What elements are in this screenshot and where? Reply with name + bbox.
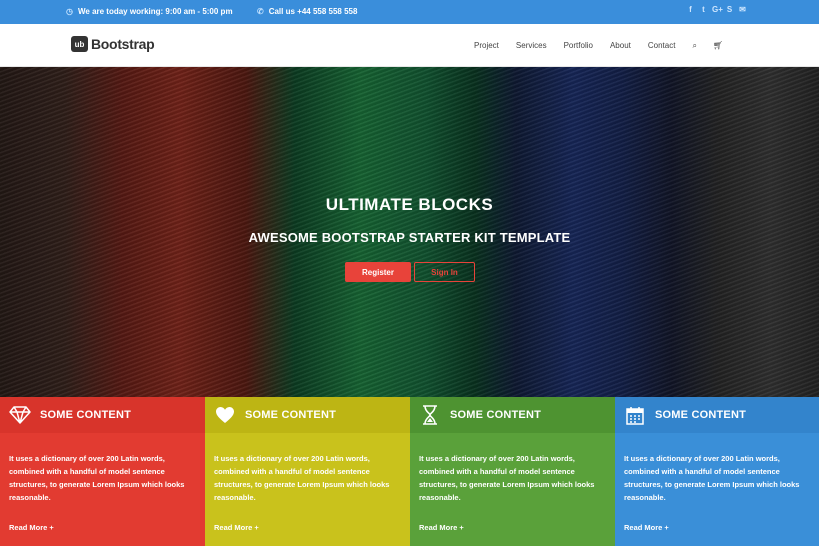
navbar: ub Bootstrap Project Services Portfolio … — [0, 24, 819, 67]
read-more-link[interactable]: Read More + — [9, 523, 54, 532]
mail-icon[interactable]: ✉ — [738, 5, 747, 14]
feature-title: SOME CONTENT — [450, 409, 542, 421]
hero-subtitle: AWESOME BOOTSTRAP STARTER KIT TEMPLATE — [248, 230, 571, 245]
sign-in-button[interactable]: Sign In — [414, 262, 475, 282]
feature-text: It uses a dictionary of over 200 Latin w… — [9, 454, 185, 502]
register-button[interactable]: Register — [345, 262, 411, 282]
logo[interactable]: ub Bootstrap — [71, 36, 155, 52]
working-hours: ◷ We are today working: 9:00 am - 5:00 p… — [66, 7, 233, 16]
feature-header: SOME CONTENT — [615, 397, 819, 433]
feature-block: SOME CONTENT It uses a dictionary of ove… — [205, 397, 410, 546]
read-more-link[interactable]: Read More + — [624, 523, 669, 532]
nav-item-about[interactable]: About — [610, 41, 631, 51]
top-bar: ◷ We are today working: 9:00 am - 5:00 p… — [0, 0, 819, 24]
diamond-icon — [9, 404, 31, 426]
working-hours-text: We are today working: 9:00 am - 5:00 pm — [77, 7, 233, 16]
feature-text: It uses a dictionary of over 200 Latin w… — [214, 454, 390, 502]
cart-icon[interactable]: 🛒︎ — [713, 41, 723, 51]
nav-item-contact[interactable]: Contact — [648, 41, 676, 51]
phone-info: ✆ Call us +44 558 558 558 — [257, 7, 357, 16]
feature-header: SOME CONTENT — [410, 397, 615, 433]
read-more-link[interactable]: Read More + — [419, 523, 464, 532]
feature-block: SOME CONTENT It uses a dictionary of ove… — [0, 397, 205, 546]
feature-text: It uses a dictionary of over 200 Latin w… — [624, 454, 800, 502]
skype-icon[interactable]: S — [725, 5, 734, 14]
facebook-icon[interactable]: f — [686, 5, 695, 14]
feature-header: SOME CONTENT — [0, 397, 205, 433]
feature-title: SOME CONTENT — [655, 409, 747, 421]
clock-icon: ◷ — [66, 7, 73, 16]
calendar-icon — [624, 404, 646, 426]
social-links: f t G+ S ✉ — [686, 5, 747, 14]
logo-badge: ub — [71, 36, 88, 52]
feature-header: SOME CONTENT — [205, 397, 410, 433]
nav-item-services[interactable]: Services — [516, 41, 547, 51]
feature-title: SOME CONTENT — [40, 409, 132, 421]
feature-title: SOME CONTENT — [245, 409, 337, 421]
feature-block: SOME CONTENT It uses a dictionary of ove… — [615, 397, 819, 546]
nav-item-project[interactable]: Project — [474, 41, 499, 51]
heart-icon — [214, 404, 236, 426]
nav-item-portfolio[interactable]: Portfolio — [564, 41, 593, 51]
twitter-icon[interactable]: t — [699, 5, 708, 14]
main-nav: Project Services Portfolio About Contact… — [474, 41, 739, 51]
logo-text: Bootstrap — [91, 36, 155, 52]
google-plus-icon[interactable]: G+ — [712, 5, 723, 14]
search-icon[interactable]: ⌕ — [692, 41, 696, 51]
phone-icon: ✆ — [257, 7, 264, 16]
feature-blocks: SOME CONTENT It uses a dictionary of ove… — [0, 397, 819, 546]
phone-text: Call us +44 558 558 558 — [268, 7, 358, 16]
hero-title: ULTIMATE BLOCKS — [325, 195, 494, 214]
feature-block: SOME CONTENT It uses a dictionary of ove… — [410, 397, 615, 546]
hero-banner: ULTIMATE BLOCKS AWESOME BOOTSTRAP STARTE… — [0, 67, 819, 397]
read-more-link[interactable]: Read More + — [214, 523, 259, 532]
feature-text: It uses a dictionary of over 200 Latin w… — [419, 454, 595, 502]
hourglass-icon — [419, 404, 441, 426]
